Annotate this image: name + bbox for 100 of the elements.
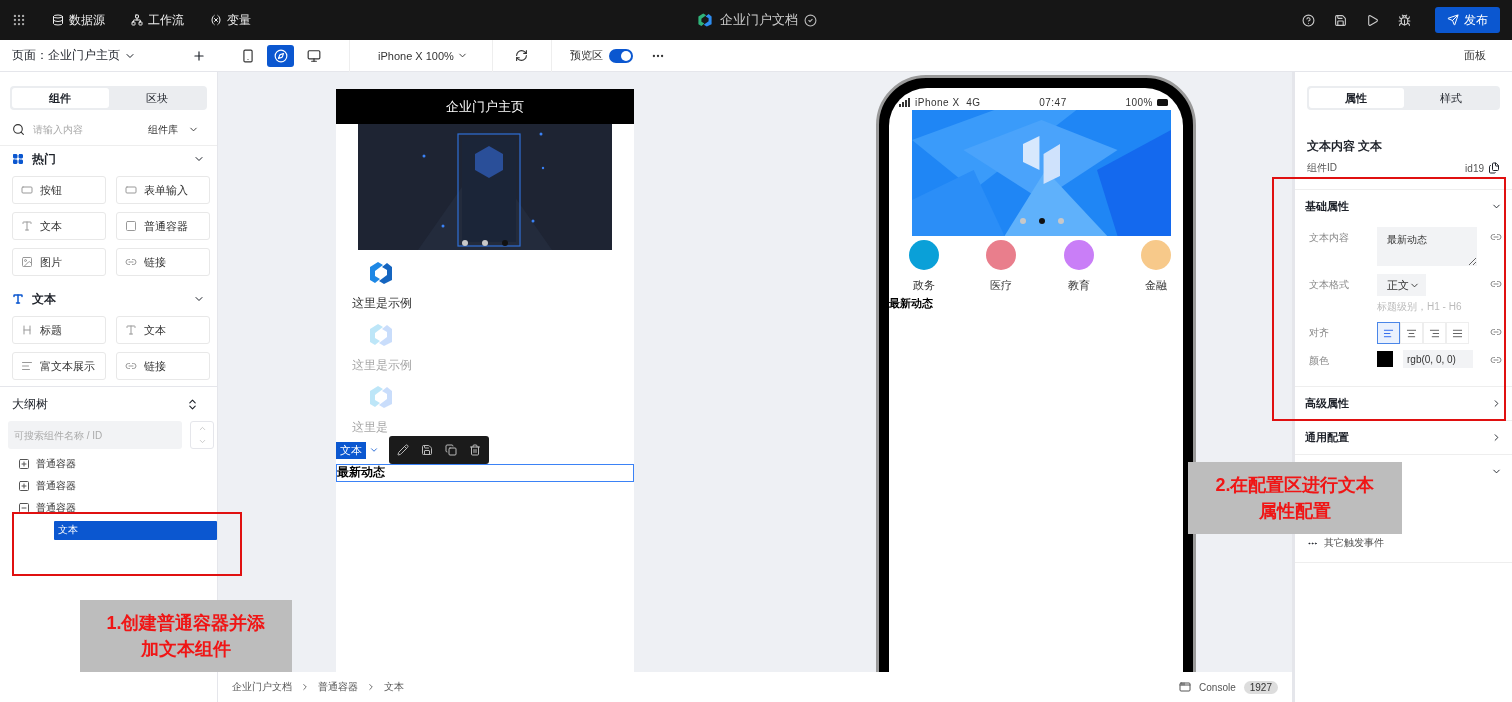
- console-icon: [1179, 681, 1192, 693]
- lines-icon: [21, 360, 33, 372]
- breadcrumb-link[interactable]: 企业门户文档: [232, 680, 292, 694]
- caret-icon: [369, 445, 379, 455]
- selection-tag: 文本: [336, 441, 366, 459]
- signal-icon: [899, 97, 911, 107]
- field-label: 对齐: [1309, 326, 1330, 340]
- carousel-dot[interactable]: [462, 240, 468, 246]
- button-shape-icon: [21, 184, 33, 196]
- publish-button[interactable]: 发布: [1435, 7, 1500, 33]
- format-select[interactable]: 正文: [1377, 274, 1426, 296]
- blocks-icon: [12, 153, 24, 165]
- align-left-button[interactable]: [1377, 322, 1400, 344]
- input-shape-icon: [125, 184, 137, 196]
- panel-tab[interactable]: 区块: [108, 88, 205, 108]
- chevron-down-icon: [197, 437, 207, 446]
- square-icon: [125, 220, 137, 232]
- breadcrumb-link[interactable]: 普通容器: [318, 680, 358, 694]
- category-label: 金融: [1145, 278, 1167, 293]
- hierarchy-icon: [131, 14, 143, 26]
- preview-switch[interactable]: [608, 48, 633, 63]
- category-circle[interactable]: [1063, 240, 1094, 270]
- tree-node[interactable]: 普通容器: [32, 475, 80, 497]
- group-header[interactable]: 文本: [0, 286, 217, 312]
- copy-icon: [1488, 162, 1500, 174]
- color-value-field[interactable]: rgb(0, 0, 0): [1403, 350, 1473, 368]
- category-label: 政务: [913, 278, 935, 293]
- section-header[interactable]: 高级属性: [1295, 386, 1512, 420]
- plus-icon: [192, 48, 206, 63]
- carousel-dot[interactable]: [502, 240, 508, 246]
- field-label: 颜色: [1309, 354, 1330, 368]
- panel-tab[interactable]: 样式: [1403, 88, 1498, 108]
- zoom-dropdown[interactable]: iPhone X 100%: [372, 48, 474, 63]
- library-dropdown[interactable]: 组件库: [142, 121, 205, 138]
- section-header[interactable]: 基础属性: [1295, 189, 1512, 223]
- search-field[interactable]: 请输入内容: [31, 123, 136, 136]
- compass-toggle[interactable]: [267, 44, 294, 67]
- expand-collapse-icon: [186, 397, 199, 411]
- link-icon: [125, 360, 137, 372]
- text-icon: [21, 220, 33, 232]
- panel-button[interactable]: 面板: [1458, 47, 1492, 64]
- align-center-button[interactable]: [1400, 322, 1423, 344]
- component-card[interactable]: 文本: [116, 316, 210, 344]
- nav-item[interactable]: 数据源: [52, 11, 105, 29]
- send-icon: [1447, 14, 1459, 26]
- color-swatch[interactable]: [1377, 351, 1393, 367]
- laptop-icon: [306, 48, 321, 63]
- category-label: 教育: [1067, 278, 1090, 293]
- battery-text: 100%: [1125, 96, 1153, 108]
- edit-icon: [397, 444, 409, 456]
- component-card[interactable]: 标题: [12, 316, 106, 344]
- component-card[interactable]: 链接: [116, 248, 210, 276]
- link-icon: [1490, 326, 1502, 338]
- component-card[interactable]: 普通容器: [116, 212, 210, 240]
- field-label: 文本格式: [1309, 278, 1350, 292]
- component-card[interactable]: 图片: [12, 248, 106, 276]
- category-circle[interactable]: [986, 240, 1017, 270]
- component-card[interactable]: 富文本展示: [12, 352, 106, 380]
- annotation-callout: 2.在配置区进行文本属性配置: [1188, 462, 1402, 534]
- annotation-callout: 1.创建普通容器并添加文本组件: [80, 600, 292, 672]
- align-justify-icon: [1452, 327, 1463, 339]
- panel-tab[interactable]: 组件: [12, 88, 109, 108]
- save-icon: [421, 444, 433, 456]
- align-justify-button[interactable]: [1446, 322, 1469, 344]
- carousel-dot[interactable]: [1038, 218, 1045, 224]
- compass-icon: [273, 48, 288, 63]
- component-card[interactable]: 表单输入: [116, 176, 210, 204]
- tree-node[interactable]: 普通容器: [32, 497, 80, 519]
- component-card[interactable]: 文本: [12, 212, 106, 240]
- document-title: 企业门户文档: [719, 11, 798, 29]
- nav-item[interactable]: 变量: [210, 11, 251, 29]
- variable-icon: [210, 14, 222, 26]
- console-label[interactable]: Console: [1199, 681, 1236, 693]
- component-card[interactable]: 按钮: [12, 176, 106, 204]
- event-item[interactable]: 其它触发事件: [1324, 536, 1384, 550]
- section-header[interactable]: 通用配置: [1295, 420, 1512, 454]
- battery-icon: [1157, 98, 1169, 106]
- component-card[interactable]: 链接: [116, 352, 210, 380]
- database-icon: [52, 14, 64, 26]
- tree-node[interactable]: 普通容器: [32, 453, 80, 475]
- selected-text[interactable]: 最新动态: [336, 464, 634, 482]
- align-right-button[interactable]: [1423, 322, 1446, 344]
- carousel-dot[interactable]: [1019, 218, 1026, 224]
- example-text: 这里是: [352, 419, 388, 436]
- heading-icon: [21, 324, 33, 336]
- text-content-field[interactable]: 最新动态: [1377, 227, 1477, 266]
- nav-item[interactable]: 工作流: [131, 11, 184, 29]
- text-icon: [12, 293, 24, 305]
- tree-node[interactable]: 文本: [54, 520, 217, 540]
- category-circle[interactable]: [909, 240, 939, 270]
- breadcrumb-separator-icon: [300, 682, 310, 692]
- category-label: 医疗: [990, 278, 1013, 293]
- apps-icon: [12, 13, 26, 27]
- carousel-dot[interactable]: [482, 240, 488, 246]
- carousel-dot[interactable]: [1057, 218, 1064, 224]
- breadcrumb-link[interactable]: 文本: [384, 680, 404, 694]
- outline-search-field[interactable]: 可搜索组件名称 / ID: [8, 421, 182, 449]
- text-icon: [125, 324, 137, 336]
- group-header[interactable]: 热门: [0, 146, 217, 172]
- panel-tab[interactable]: 属性: [1309, 88, 1404, 108]
